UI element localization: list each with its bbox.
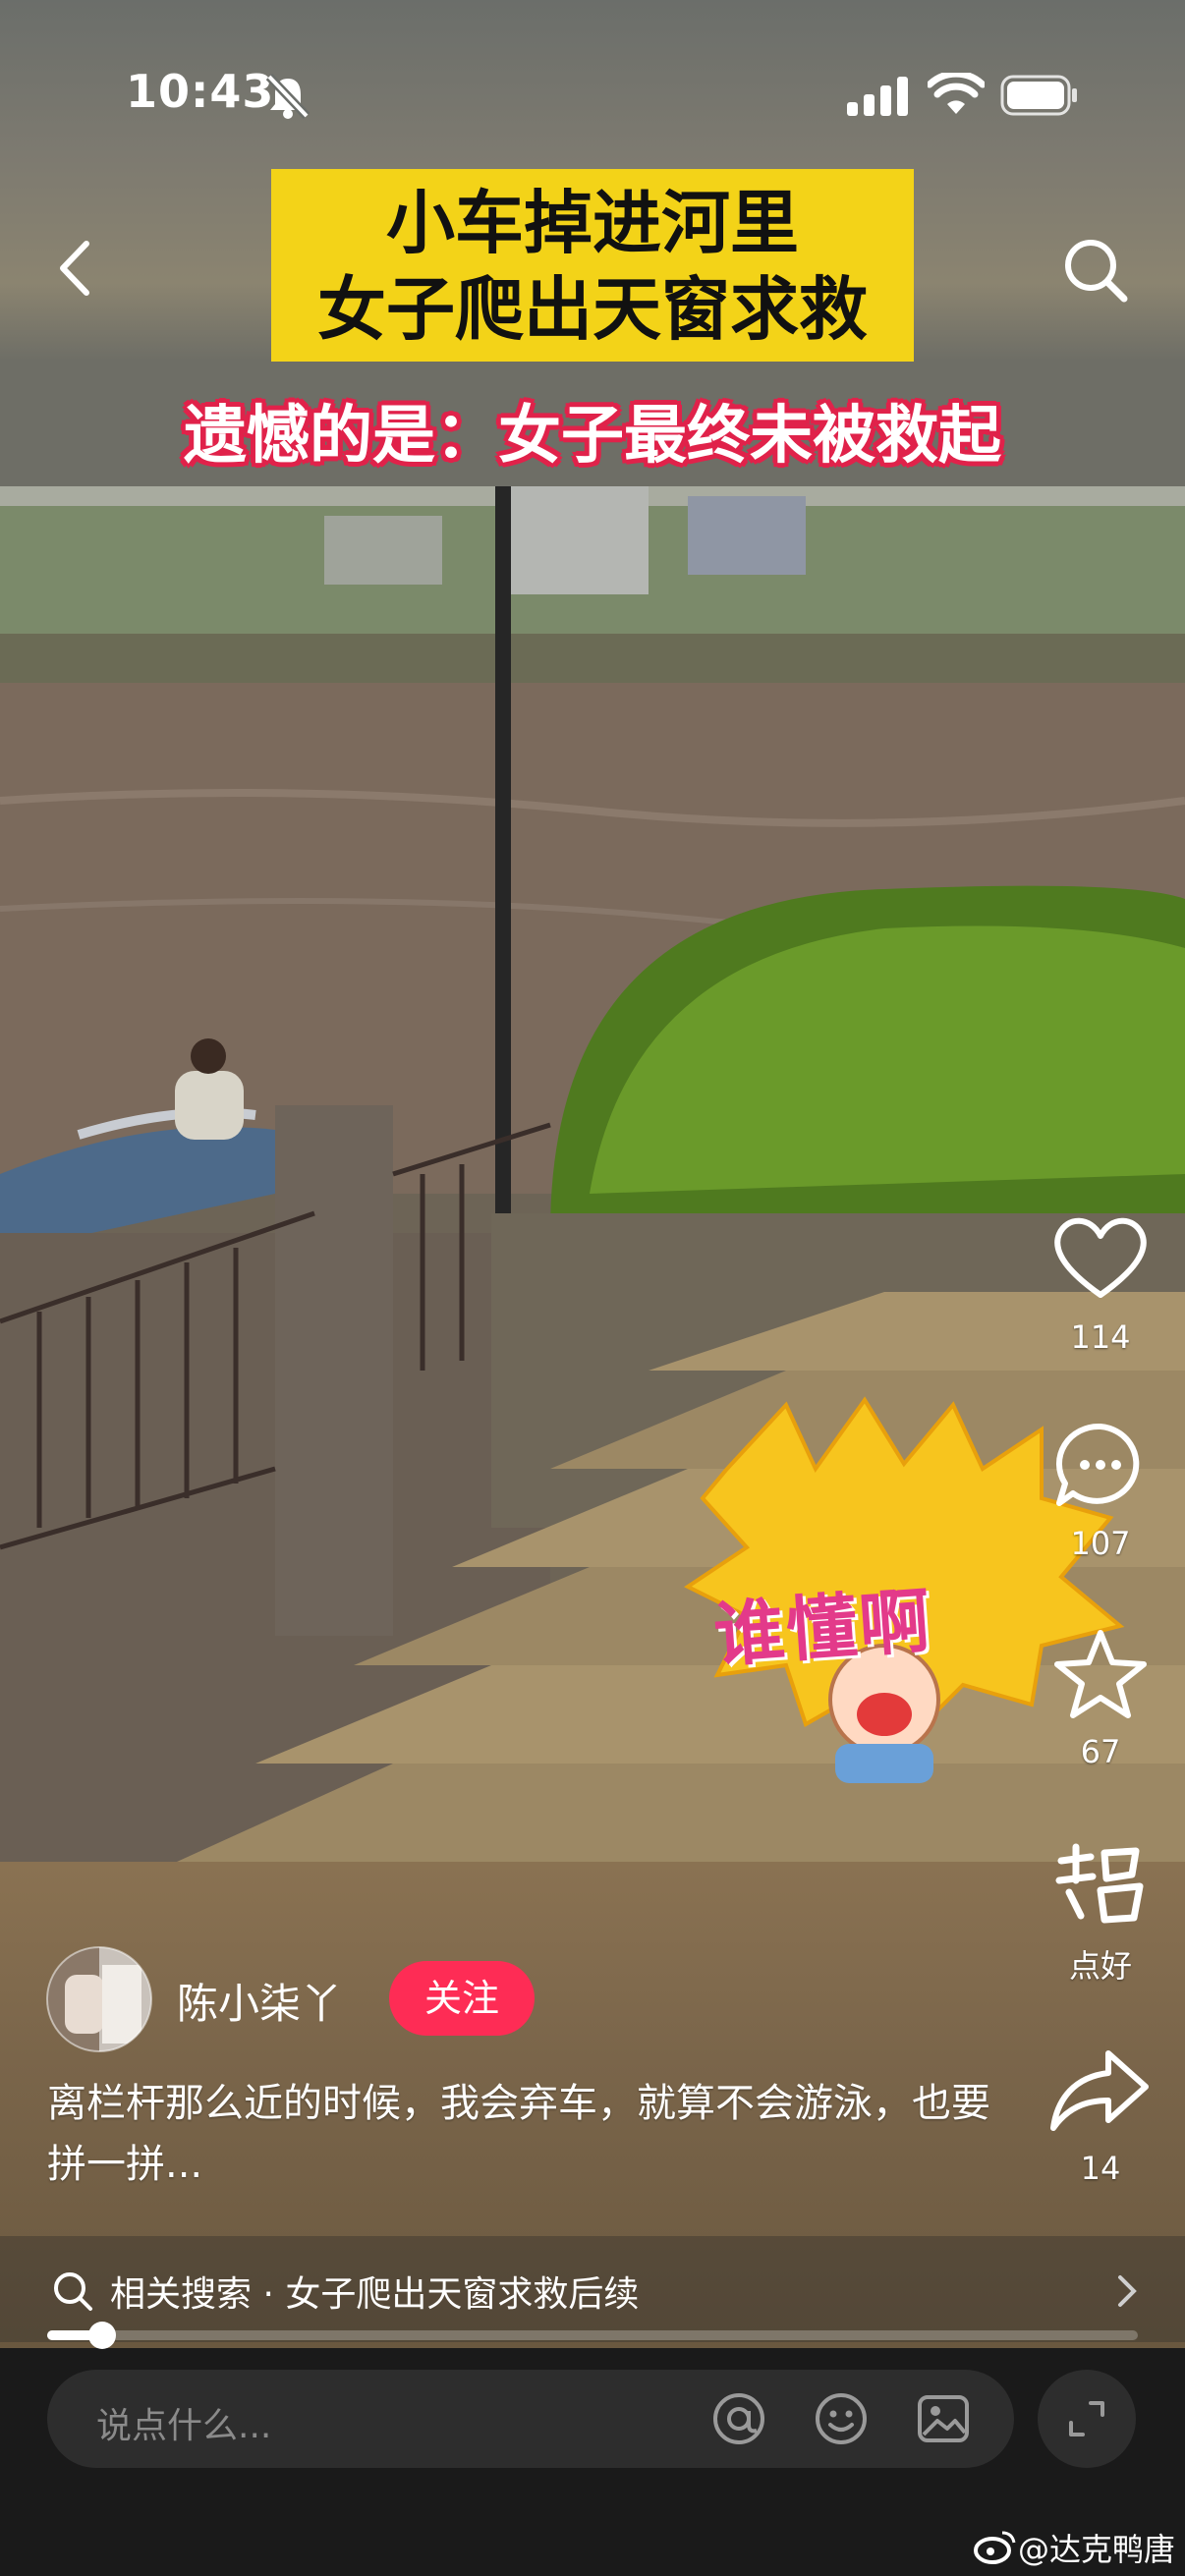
video-subcaption: 遗憾的是：女子最终未被救起 bbox=[184, 400, 1001, 473]
author-avatar[interactable] bbox=[45, 1945, 153, 2053]
comment-input-placeholder: 说点什么... bbox=[96, 2406, 272, 2446]
share-button[interactable]: 14 bbox=[1042, 2040, 1159, 2197]
back-arrow-icon[interactable] bbox=[53, 236, 96, 301]
mention-at-icon[interactable] bbox=[709, 2389, 768, 2448]
video-progress-track[interactable] bbox=[47, 2330, 1138, 2340]
good-button[interactable]: 点好 bbox=[1042, 1831, 1159, 1988]
expand-arrows-icon bbox=[1069, 2401, 1104, 2436]
author-name[interactable]: 陈小柒丫 bbox=[177, 1971, 342, 2031]
heart-icon bbox=[1054, 1217, 1147, 1298]
sticker-text: 谁懂啊 bbox=[710, 1579, 935, 1677]
related-search-icon bbox=[54, 2272, 92, 2311]
emoji-icon[interactable] bbox=[812, 2389, 871, 2448]
comment-button[interactable]: 107 bbox=[1042, 1415, 1159, 1572]
mute-bell-icon bbox=[265, 73, 310, 120]
battery-icon bbox=[1000, 75, 1077, 116]
chevron-right-icon[interactable] bbox=[1114, 2271, 1142, 2311]
comment-count: 107 bbox=[1070, 1525, 1131, 1562]
video-description[interactable]: 离栏杆那么近的时候，我会弃车，就算不会游泳，也要拼一拼... bbox=[47, 2073, 990, 2195]
wifi-icon bbox=[928, 73, 985, 114]
share-count: 14 bbox=[1080, 2150, 1121, 2187]
related-search-text[interactable]: 相关搜索 · 女子爬出天窗求救后续 bbox=[110, 2266, 639, 2317]
status-time: 10:43 bbox=[126, 65, 275, 118]
weibo-logo-icon bbox=[974, 2531, 1016, 2564]
fullscreen-button[interactable] bbox=[1038, 2370, 1136, 2468]
comment-bubble-icon bbox=[1056, 1423, 1140, 1506]
image-icon[interactable] bbox=[914, 2389, 973, 2448]
share-arrow-icon bbox=[1050, 2050, 1149, 2131]
favorite-button[interactable]: 67 bbox=[1042, 1623, 1159, 1780]
star-icon bbox=[1054, 1630, 1147, 1718]
watermark-text: @达克鸭唐 bbox=[1018, 2531, 1176, 2568]
favorite-count: 67 bbox=[1080, 1733, 1121, 1770]
caption-line-2: 女子爬出天窗求救 bbox=[317, 269, 868, 350]
follow-button[interactable]: 关注 bbox=[389, 1961, 535, 2036]
cellular-signal-icon bbox=[847, 77, 908, 116]
like-count: 114 bbox=[1070, 1318, 1131, 1356]
video-caption-box: 小车掉进河里 女子爬出天窗求救 bbox=[271, 169, 914, 362]
good-glyph-icon bbox=[1055, 1843, 1144, 1924]
search-icon[interactable] bbox=[1061, 236, 1130, 305]
video-frame-scene bbox=[0, 486, 1185, 1862]
like-button[interactable]: 114 bbox=[1042, 1208, 1159, 1366]
video-progress-handle[interactable] bbox=[87, 2322, 116, 2349]
good-label: 点好 bbox=[1068, 1947, 1132, 1985]
caption-line-1: 小车掉进河里 bbox=[386, 183, 799, 263]
video-player[interactable] bbox=[0, 486, 1185, 1862]
